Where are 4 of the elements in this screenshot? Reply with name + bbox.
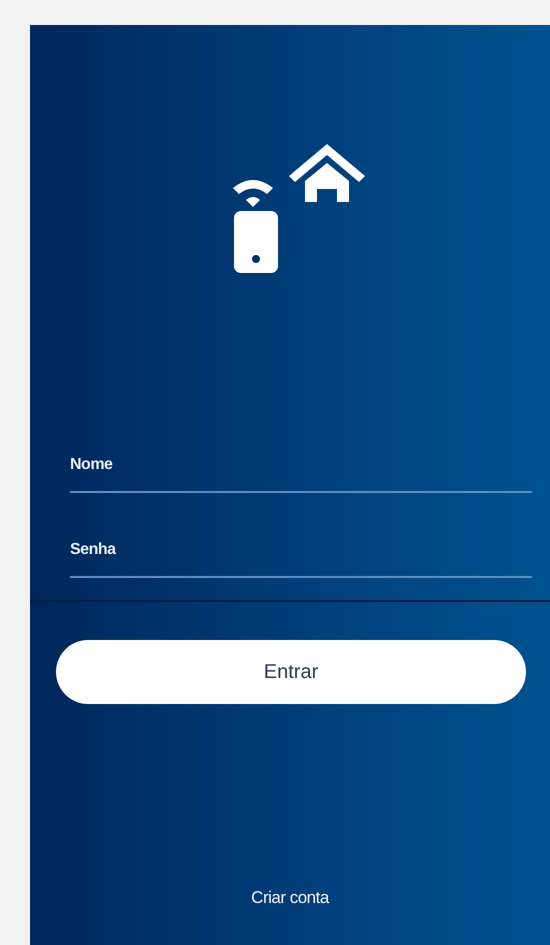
- create-account-link[interactable]: Criar conta: [251, 888, 329, 908]
- login-button[interactable]: Entrar: [56, 640, 526, 704]
- text-input-field[interactable]: Senha: [70, 538, 532, 578]
- text-input-field[interactable]: Nome: [70, 453, 532, 493]
